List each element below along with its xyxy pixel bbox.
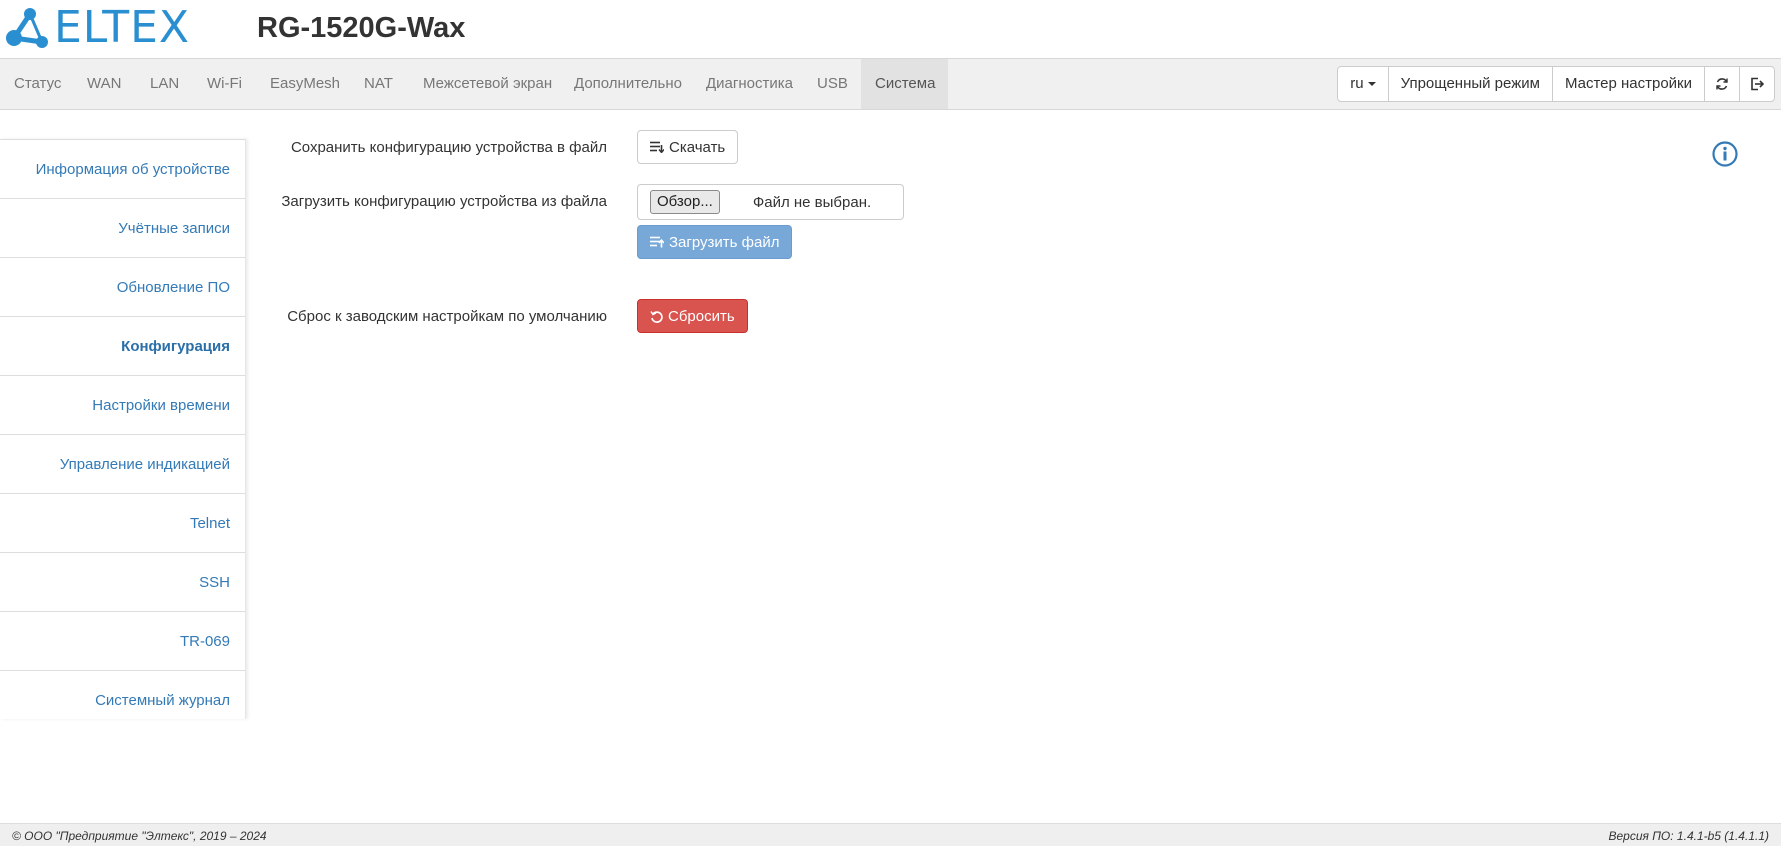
tab-wan[interactable]: WAN <box>73 59 135 109</box>
footer: © ООО "Предприятие "Элтекс", 2019 – 2024… <box>0 823 1781 846</box>
sidebar-item-firmware-update[interactable]: Обновление ПО <box>0 257 245 316</box>
navbar-actions: ru Упрощенный режим Мастер настройки <box>1337 66 1775 102</box>
logo-text: ELTEX <box>54 2 191 53</box>
refresh-button[interactable] <box>1704 66 1740 102</box>
upload-button-label: Загрузить файл <box>669 233 780 251</box>
sidebar-item-telnet[interactable]: Telnet <box>0 493 245 552</box>
sidebar-item-accounts[interactable]: Учётные записи <box>0 198 245 257</box>
sidebar-item-led-control[interactable]: Управление индикацией <box>0 434 245 493</box>
device-model-title: RG-1520G-Wax <box>257 12 466 44</box>
tab-diagnostics[interactable]: Диагностика <box>692 59 807 109</box>
upload-list-icon <box>650 236 664 248</box>
sidebar-item-device-info[interactable]: Информация об устройстве <box>0 139 245 198</box>
undo-icon <box>650 310 663 323</box>
language-dropdown[interactable]: ru <box>1337 66 1389 102</box>
tab-advanced[interactable]: Дополнительно <box>560 59 696 109</box>
file-input: Обзор... Файл не выбран. <box>637 184 904 220</box>
tab-easymesh[interactable]: EasyMesh <box>256 59 354 109</box>
sidebar-item-ssh[interactable]: SSH <box>0 552 245 611</box>
sidebar-item-time-settings[interactable]: Настройки времени <box>0 375 245 434</box>
download-button-label: Скачать <box>669 138 726 156</box>
factory-reset-label: Сброс к заводским настройкам по умолчани… <box>287 308 607 325</box>
setup-wizard-button[interactable]: Мастер настройки <box>1551 66 1705 102</box>
logo-network-icon <box>6 8 48 48</box>
tab-lan[interactable]: LAN <box>136 59 193 109</box>
reset-button-label: Сбросить <box>668 307 735 325</box>
browse-button[interactable]: Обзор... <box>650 190 720 214</box>
tab-wifi[interactable]: Wi-Fi <box>193 59 256 109</box>
tab-usb[interactable]: USB <box>803 59 862 109</box>
load-config-label: Загрузить конфигурацию устройства из фай… <box>281 193 607 210</box>
sidebar-item-system-log[interactable]: Системный журнал <box>0 670 245 729</box>
tab-firewall[interactable]: Межсетевой экран <box>409 59 566 109</box>
top-navbar: Статус WAN LAN Wi-Fi EasyMesh NAT Межсет… <box>0 58 1781 110</box>
tab-system[interactable]: Система <box>861 59 948 109</box>
system-sidebar: Информация об устройстве Учётные записи … <box>0 139 246 719</box>
refresh-icon <box>1716 78 1728 90</box>
file-status-text: Файл не выбран. <box>752 193 872 211</box>
firmware-version-text: Версия ПО: 1.4.1-b5 (1.4.1.1) <box>1608 829 1769 843</box>
tab-nat[interactable]: NAT <box>350 59 407 109</box>
info-icon[interactable] <box>1712 141 1738 167</box>
logout-button[interactable] <box>1739 66 1775 102</box>
logout-icon <box>1751 77 1764 91</box>
factory-reset-button[interactable]: Сбросить <box>637 299 748 333</box>
download-button[interactable]: Скачать <box>637 130 739 164</box>
eltex-logo: ELTEX <box>4 6 190 50</box>
sidebar-item-tr069[interactable]: TR-069 <box>0 611 245 670</box>
sidebar-item-configuration[interactable]: Конфигурация <box>0 316 245 375</box>
upload-file-button[interactable]: Загрузить файл <box>637 225 793 259</box>
language-label: ru <box>1350 75 1364 92</box>
header: ELTEX RG-1520G-Wax <box>0 0 1781 58</box>
simple-mode-button[interactable]: Упрощенный режим <box>1387 66 1553 102</box>
download-list-icon <box>650 141 664 153</box>
copyright-text: © ООО "Предприятие "Элтекс", 2019 – 2024 <box>12 829 267 843</box>
save-config-label: Сохранить конфигурацию устройства в файл <box>290 139 607 156</box>
caret-down-icon <box>1367 82 1376 86</box>
tab-status[interactable]: Статус <box>0 59 75 109</box>
